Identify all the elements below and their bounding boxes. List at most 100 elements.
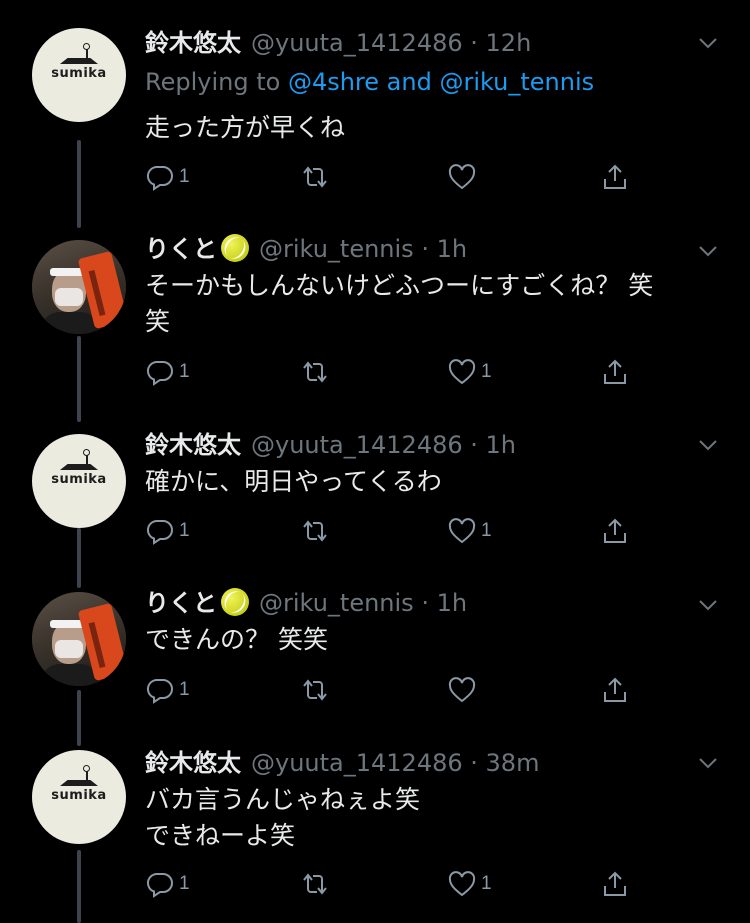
reply-button[interactable]: 1 [145, 160, 190, 194]
tweet[interactable]: sumika 鈴木悠太 @yuuta_1412486 · 38m バカ言うんじゃね… [0, 746, 750, 923]
chevron-down-icon[interactable] [697, 594, 719, 616]
heart-icon [448, 359, 476, 385]
tennis-ball-emoji [221, 234, 249, 262]
tweet-header: 鈴木悠太 @yuuta_1412486 · 12h [145, 28, 531, 58]
share-icon [604, 518, 626, 543]
reply-count: 1 [179, 166, 190, 187]
sumika-logo: sumika [51, 788, 107, 803]
chevron-down-icon[interactable] [697, 752, 719, 774]
tweet-header: りくと @riku_tennis · 1h [145, 588, 467, 618]
reply-button[interactable]: 1 [145, 673, 190, 707]
sumika-logo: sumika [51, 472, 107, 487]
display-name[interactable]: りくと [145, 235, 217, 263]
display-name[interactable]: りくと [145, 589, 217, 617]
reply-icon [146, 678, 173, 704]
avatar[interactable]: sumika [32, 434, 126, 528]
reply-count: 1 [179, 361, 190, 382]
avatar[interactable]: sumika [32, 28, 126, 122]
retweet-button[interactable] [300, 867, 334, 901]
retweet-button[interactable] [300, 514, 334, 548]
reply-count: 1 [179, 679, 190, 700]
heart-icon [448, 164, 476, 190]
timestamp: 38m [485, 749, 540, 777]
timestamp: 1h [436, 235, 468, 263]
tweet[interactable]: sumika 鈴木悠太 @yuuta_1412486 · 12h Replying… [0, 0, 750, 228]
display-name[interactable]: 鈴木悠太 [145, 749, 241, 777]
tennis-ball-emoji [221, 588, 249, 616]
tweet-actions: 1 1 [145, 355, 645, 389]
username[interactable]: @riku_tennis · 1h [259, 235, 467, 263]
retweet-button[interactable] [300, 160, 334, 194]
tweet[interactable]: sumika 鈴木悠太 @yuuta_1412486 · 1h 確かに、明日やって… [0, 422, 750, 588]
retweet-icon [303, 520, 327, 542]
like-count: 1 [481, 361, 492, 382]
reply-button[interactable]: 1 [145, 355, 190, 389]
chevron-down-icon[interactable] [697, 240, 719, 262]
tweet-header: 鈴木悠太 @yuuta_1412486 · 38m [145, 748, 539, 778]
tweet-actions: 1 1 [145, 514, 645, 548]
like-count: 1 [481, 520, 492, 541]
tweet-actions: 1 [145, 673, 645, 707]
replying-to: Replying to @4shre and @riku_tennis [145, 68, 595, 96]
tweet-header: 鈴木悠太 @yuuta_1412486 · 1h [145, 430, 516, 460]
tweet-text: 走った方が早くね [145, 113, 346, 142]
reply-count: 1 [179, 873, 190, 894]
timestamp: 12h [485, 29, 532, 57]
timestamp: 1h [485, 431, 517, 459]
tweet-text: 確かに、明日やってくるわ [145, 467, 442, 496]
share-button[interactable] [600, 867, 630, 901]
username[interactable]: @yuuta_1412486 · 38m [251, 749, 539, 777]
chevron-down-icon[interactable] [697, 434, 719, 456]
reply-icon [146, 872, 173, 898]
retweet-icon [303, 166, 327, 188]
tweet-text: できんの？ 笑笑 [145, 625, 328, 654]
avatar[interactable]: sumika [32, 750, 126, 844]
display-name[interactable]: 鈴木悠太 [145, 431, 241, 459]
like-button[interactable] [447, 160, 481, 194]
like-button[interactable]: 1 [447, 867, 492, 901]
timestamp: 1h [436, 589, 468, 617]
retweet-button[interactable] [300, 355, 334, 389]
heart-icon [448, 518, 476, 544]
share-icon [604, 164, 626, 189]
retweet-icon [303, 873, 327, 895]
tweet-header: りくと @riku_tennis · 1h [145, 234, 467, 264]
reply-button[interactable]: 1 [145, 514, 190, 548]
like-button[interactable] [447, 673, 481, 707]
avatar[interactable] [32, 592, 126, 686]
avatar[interactable] [32, 240, 126, 334]
heart-icon [448, 677, 476, 703]
tweet[interactable]: りくと @riku_tennis · 1h そーかもしんないけどふつーにすごくね？… [0, 228, 750, 422]
retweet-button[interactable] [300, 673, 334, 707]
retweet-icon [303, 361, 327, 383]
share-button[interactable] [600, 514, 630, 548]
reply-count: 1 [179, 520, 190, 541]
reply-icon [146, 360, 173, 386]
reply-icon [146, 165, 173, 191]
like-count: 1 [481, 873, 492, 894]
sumika-logo: sumika [51, 66, 107, 81]
tweet-text: バカ言うんじゃねぇよ笑 できねーよ笑 [145, 785, 421, 850]
heart-icon [448, 871, 476, 897]
tweet-actions: 1 1 [145, 867, 645, 901]
reply-icon [146, 519, 173, 545]
share-button[interactable] [600, 355, 630, 389]
mention-link[interactable]: @4shre [288, 68, 379, 96]
chevron-down-icon[interactable] [697, 32, 719, 54]
tweet-text: そーかもしんないけどふつーにすごくね？ 笑笑 [145, 271, 654, 336]
tweet-actions: 1 [145, 160, 645, 194]
username[interactable]: @yuuta_1412486 · 12h [251, 29, 531, 57]
like-button[interactable]: 1 [447, 514, 492, 548]
share-button[interactable] [600, 673, 630, 707]
username[interactable]: @yuuta_1412486 · 1h [251, 431, 516, 459]
share-button[interactable] [600, 160, 630, 194]
reply-button[interactable]: 1 [145, 867, 190, 901]
share-icon [604, 677, 626, 702]
like-button[interactable]: 1 [447, 355, 492, 389]
mention-link[interactable]: @riku_tennis [439, 68, 594, 96]
display-name[interactable]: 鈴木悠太 [145, 29, 241, 57]
username[interactable]: @riku_tennis · 1h [259, 589, 467, 617]
tweet[interactable]: りくと @riku_tennis · 1h できんの？ 笑笑 1 [0, 588, 750, 746]
share-icon [604, 871, 626, 896]
retweet-icon [303, 679, 327, 701]
